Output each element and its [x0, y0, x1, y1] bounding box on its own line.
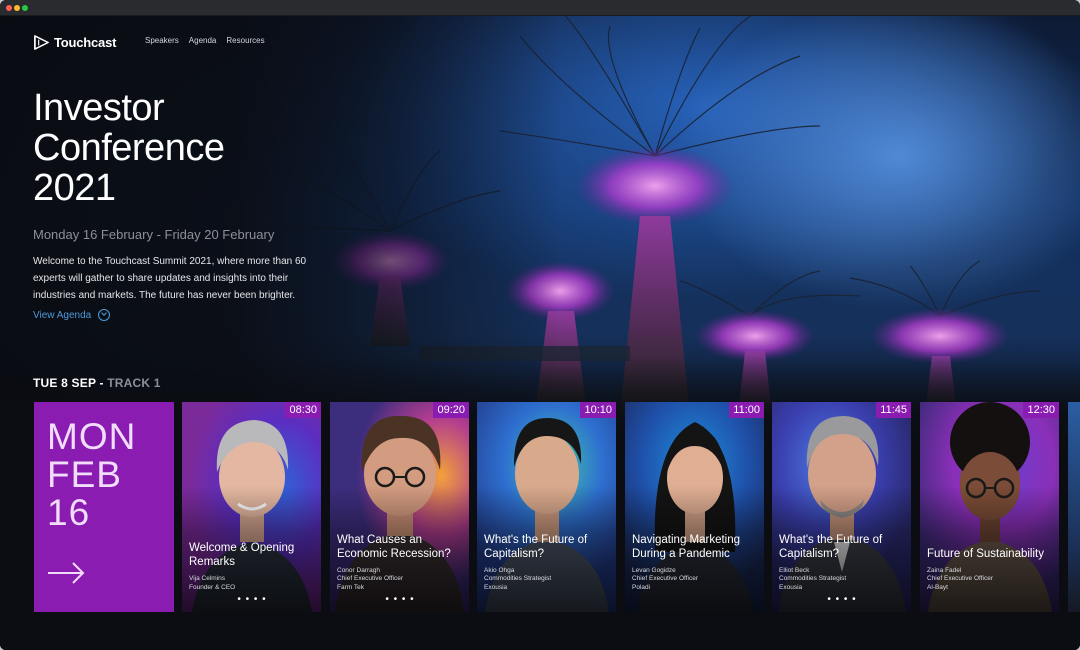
speaker-role: Commodities Strategist [484, 575, 552, 582]
brand-logo[interactable]: Touchcast [33, 34, 116, 51]
next-session-card-partial[interactable] [1068, 402, 1080, 612]
speaker-role: Commodities Strategist [779, 575, 847, 582]
nav-link-speakers[interactable]: Speakers [145, 36, 179, 45]
date-day: 16 [47, 492, 91, 533]
brand-name: Touchcast [54, 34, 117, 50]
more-options-icon[interactable]: • • • • [189, 595, 315, 606]
speaker-info: Vija Celmins Founder & CEO [189, 575, 315, 592]
more-options-icon[interactable]: • • • • [779, 595, 905, 606]
date-text: MON FEB 16 [47, 418, 136, 532]
speaker-info: Levan Gogidze Chief Executive Officer Po… [632, 567, 758, 593]
speaker-name: Levan Gogidze [632, 566, 676, 574]
speaker-role: Chief Executive Officer [632, 575, 698, 582]
track-separator: - [95, 376, 108, 390]
view-agenda-link[interactable]: View Agenda [33, 309, 111, 321]
date-month: FEB [47, 454, 122, 495]
speaker-company: Exousia [779, 583, 803, 591]
session-title: What Causes an Economic Recession? [337, 533, 451, 560]
session-title: What's the Future of Capitalism? [779, 533, 883, 560]
speaker-info: Akio Ohga Commodities Strategist Exousia [484, 567, 610, 593]
session-time: 12:30 [1023, 402, 1059, 418]
speaker-info: Zaina Fadel Chief Executive Officer Al-B… [927, 567, 1053, 593]
more-options-icon[interactable] [632, 596, 758, 606]
hero-title-line-3: 2021 [33, 167, 116, 209]
speaker-company: Al-Bayt [927, 583, 948, 591]
app-window: Touchcast Speakers Agenda Resources Inve… [0, 0, 1080, 650]
nav-links: Speakers Agenda Resources [145, 36, 265, 45]
session-card[interactable]: 11:45 What's the Future of Capitalism? E… [772, 402, 911, 612]
chevron-down-circle-icon [98, 309, 111, 321]
speaker-company: Exousia [484, 583, 508, 591]
session-title: Future of Sustainability [927, 547, 1044, 560]
nav-link-resources[interactable]: Resources [226, 36, 264, 45]
session-time: 11:00 [729, 402, 764, 418]
date-weekday: MON [47, 416, 137, 457]
speaker-name: Zaina Fadel [927, 566, 962, 574]
track-name: TRACK 1 [107, 376, 161, 390]
speaker-info: Conor Darragh Chief Executive Officer Fa… [337, 567, 463, 593]
session-card[interactable]: 11:00 Navigating Marketing During a Pand… [625, 402, 764, 612]
top-nav: Touchcast Speakers Agenda Resources [33, 32, 265, 52]
minimize-window-button[interactable] [14, 5, 20, 11]
session-title: Welcome & Opening Remarks [189, 542, 295, 568]
session-card[interactable]: 10:10 What's the Future of Capitalism? A… [477, 402, 616, 612]
date-card[interactable]: MON FEB 16 [34, 402, 174, 612]
speaker-company: Poladi [632, 583, 651, 591]
speaker-role: Chief Executive Officer [927, 575, 993, 582]
session-card[interactable]: 12:30 Future of Sustainability Zaina Fad… [920, 402, 1059, 612]
more-options-icon[interactable] [927, 596, 1053, 606]
hero-title: Investor Conference 2021 [33, 88, 293, 208]
hero-title-line-1: Investor [33, 87, 165, 129]
session-time: 09:20 [433, 402, 469, 418]
speaker-info: Elliot Beck Commodities Strategist Exous… [779, 567, 905, 593]
more-options-icon[interactable] [484, 596, 610, 606]
session-card[interactable]: 09:20 What Causes an Economic Recession?… [330, 402, 469, 612]
track-day: TUE 8 SEP [33, 376, 96, 390]
session-time: 08:30 [285, 402, 321, 418]
arrow-right-icon [48, 562, 85, 584]
hero-title-line-2: Conference [33, 127, 225, 169]
window-titlebar [0, 0, 1080, 16]
event-dates: Monday 16 February - Friday 20 February [33, 227, 275, 242]
session-title: What's the Future of Capitalism? [484, 533, 588, 560]
nav-link-agenda[interactable]: Agenda [189, 36, 217, 45]
speaker-company: Farm Tek [337, 583, 364, 591]
session-title: Navigating Marketing During a Pandemic [632, 533, 741, 560]
maximize-window-button[interactable] [22, 5, 28, 11]
speaker-name: Akio Ohga [484, 566, 515, 574]
more-options-icon[interactable]: • • • • [337, 595, 463, 606]
session-time: 11:45 [876, 402, 911, 418]
speaker-name: Elliot Beck [779, 566, 810, 574]
view-agenda-label: View Agenda [33, 309, 92, 321]
speaker-role: Founder & CEO [189, 583, 236, 591]
speaker-role: Chief Executive Officer [337, 575, 403, 582]
touchcast-logo-icon [34, 34, 49, 50]
session-time: 10:10 [580, 402, 616, 418]
speaker-name: Vija Celmins [189, 575, 226, 582]
track-heading: TUE 8 SEP - TRACK 1 [33, 376, 161, 390]
session-card[interactable]: 08:30 Welcome & Opening Remarks Vija Cel… [182, 402, 321, 612]
event-description: Welcome to the Touchcast Summit 2021, wh… [33, 256, 307, 301]
close-window-button[interactable] [6, 5, 12, 11]
speaker-name: Conor Darragh [337, 566, 380, 574]
